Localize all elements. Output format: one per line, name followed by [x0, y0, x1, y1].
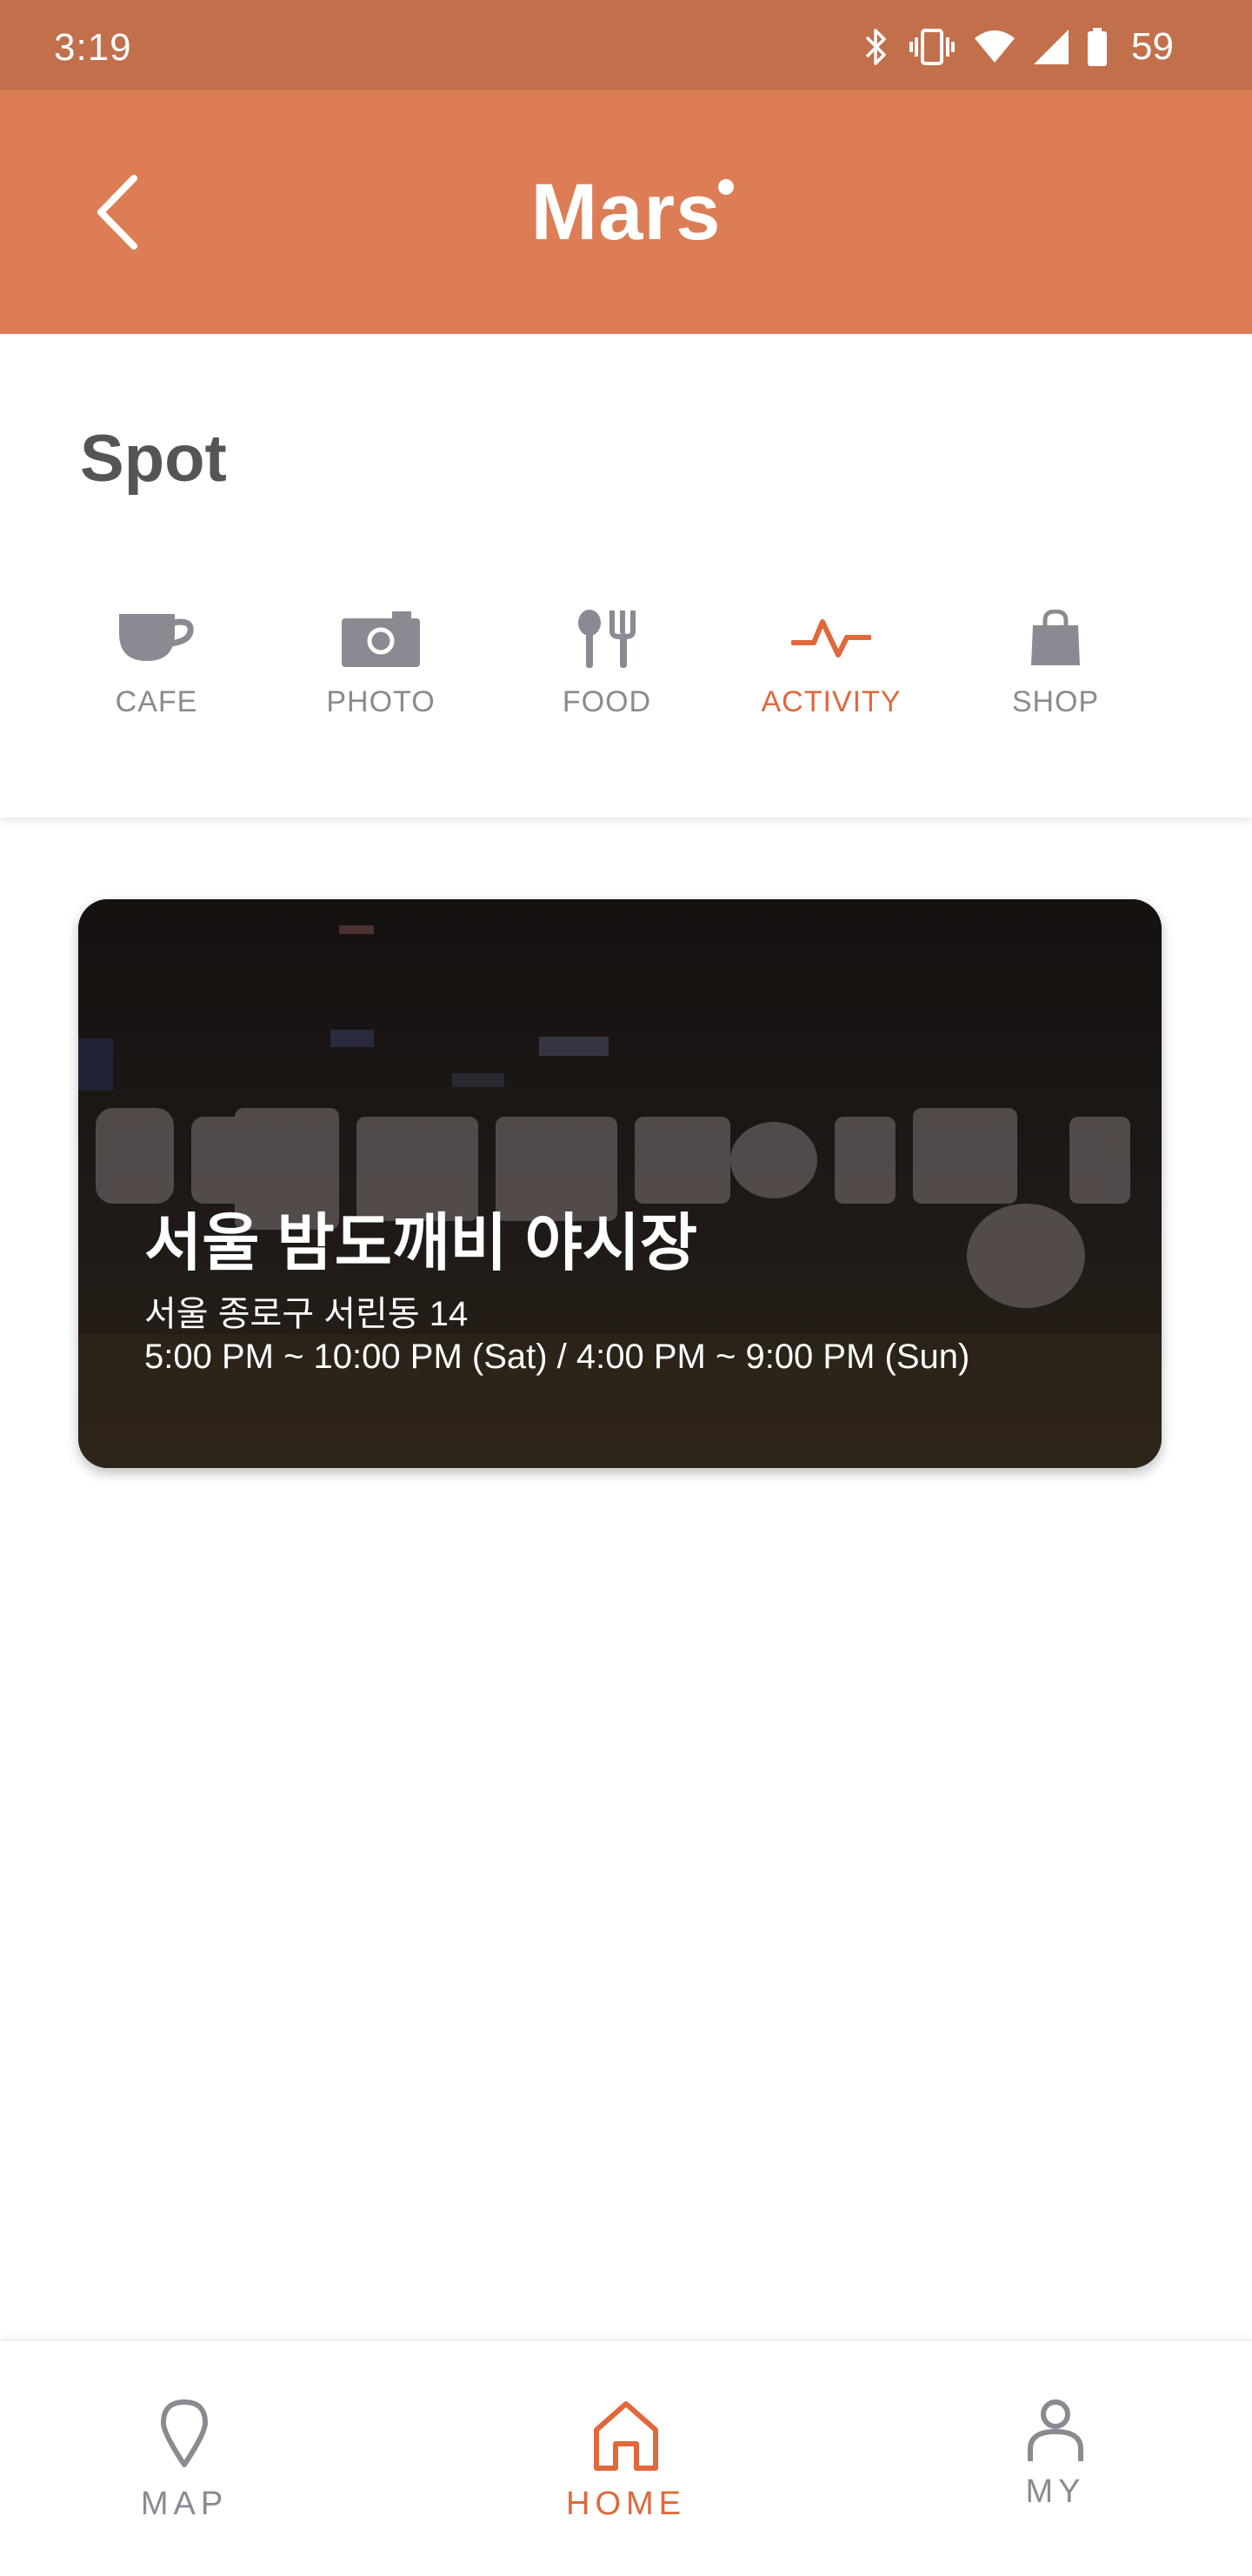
nav-home[interactable]: HOME: [513, 2341, 739, 2576]
person-icon: [942, 2399, 1169, 2465]
category-photo[interactable]: PHOTO: [285, 605, 476, 736]
nav-map[interactable]: MAP: [71, 2341, 297, 2576]
category-food[interactable]: FOOD: [511, 605, 703, 736]
wifi-icon: [975, 30, 1016, 63]
vibrate-icon: [909, 29, 956, 65]
category-cafe[interactable]: CAFE: [61, 605, 252, 736]
category-label: ACTIVITY: [761, 685, 902, 718]
category-tabs: CAFE PHOTO FOOD ACTIVITY SHOP: [0, 605, 1252, 736]
status-bar: 3:19 59: [0, 0, 1252, 90]
card-address: 서울 종로구 서린동 14: [144, 1295, 469, 1333]
category-shop[interactable]: SHOP: [960, 605, 1151, 736]
home-icon: [513, 2399, 739, 2472]
coffee-cup-icon: [117, 605, 196, 671]
nav-label: MY: [1025, 2473, 1086, 2510]
signal-icon: [1034, 30, 1069, 64]
camera-icon: [342, 605, 420, 671]
nav-label: MAP: [140, 2486, 229, 2522]
category-label: CAFE: [115, 685, 198, 718]
status-time: 3:19: [54, 26, 132, 69]
nav-my[interactable]: MY: [942, 2341, 1169, 2576]
spot-section: Spot CAFE PHOTO FOOD ACTIVITY SHOP: [0, 334, 1252, 818]
nav-label: HOME: [566, 2486, 686, 2522]
category-label: FOOD: [562, 685, 652, 718]
map-pin-icon: [71, 2399, 297, 2468]
fork-knife-icon: [574, 605, 640, 671]
night-market-sign-photo: [78, 899, 1162, 1468]
title-dot: [718, 179, 734, 195]
pulse-icon: [791, 605, 871, 671]
bottom-nav: MAP HOME MY: [0, 2339, 1252, 2576]
app-bar: Mars: [0, 90, 1252, 334]
battery-icon: [1088, 28, 1108, 66]
bluetooth-icon: [865, 29, 886, 65]
card-title: 서울 밤도깨비 야시장: [144, 1209, 698, 1278]
spot-card[interactable]: 서울 밤도깨비 야시장 서울 종로구 서린동 14 5:00 PM ~ 10:0…: [78, 899, 1162, 1468]
shopping-bag-icon: [1029, 605, 1082, 671]
app-title: Mars: [530, 168, 722, 257]
section-title: Spot: [80, 422, 227, 496]
category-activity[interactable]: ACTIVITY: [736, 605, 927, 736]
category-label: PHOTO: [326, 685, 436, 718]
category-label: SHOP: [1011, 685, 1100, 718]
status-icons: 59: [863, 23, 1174, 71]
card-hours: 5:00 PM ~ 10:00 PM (Sat) / 4:00 PM ~ 9:0…: [144, 1338, 970, 1376]
battery-level: 59: [1131, 25, 1174, 68]
